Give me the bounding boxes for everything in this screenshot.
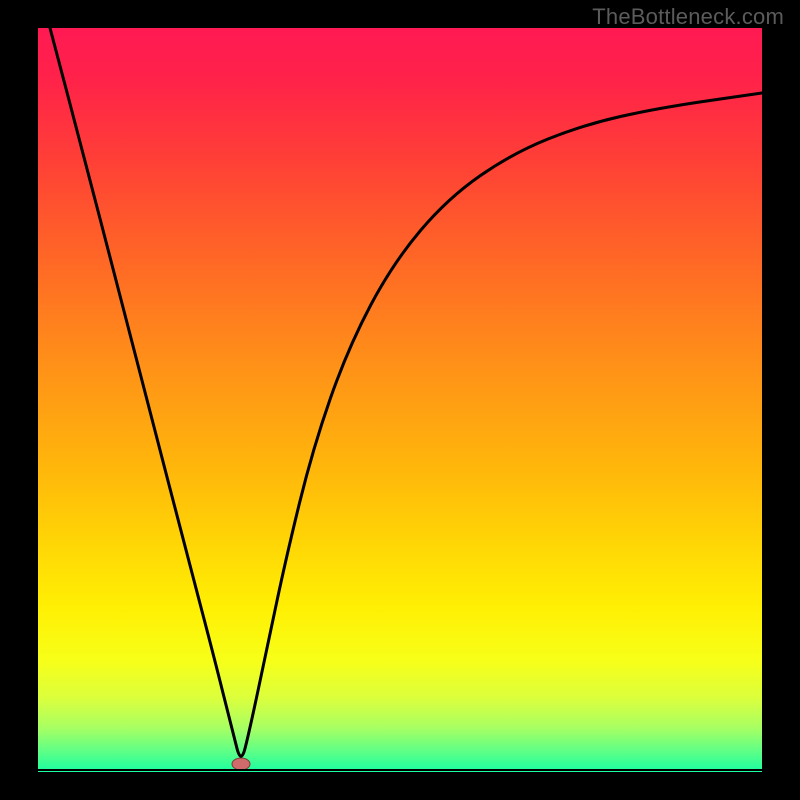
chart-frame: TheBottleneck.com: [0, 0, 800, 800]
plot-area: [38, 28, 762, 772]
watermark-text: TheBottleneck.com: [592, 4, 784, 30]
minimum-marker: [232, 758, 250, 770]
plot-svg: [38, 28, 762, 772]
